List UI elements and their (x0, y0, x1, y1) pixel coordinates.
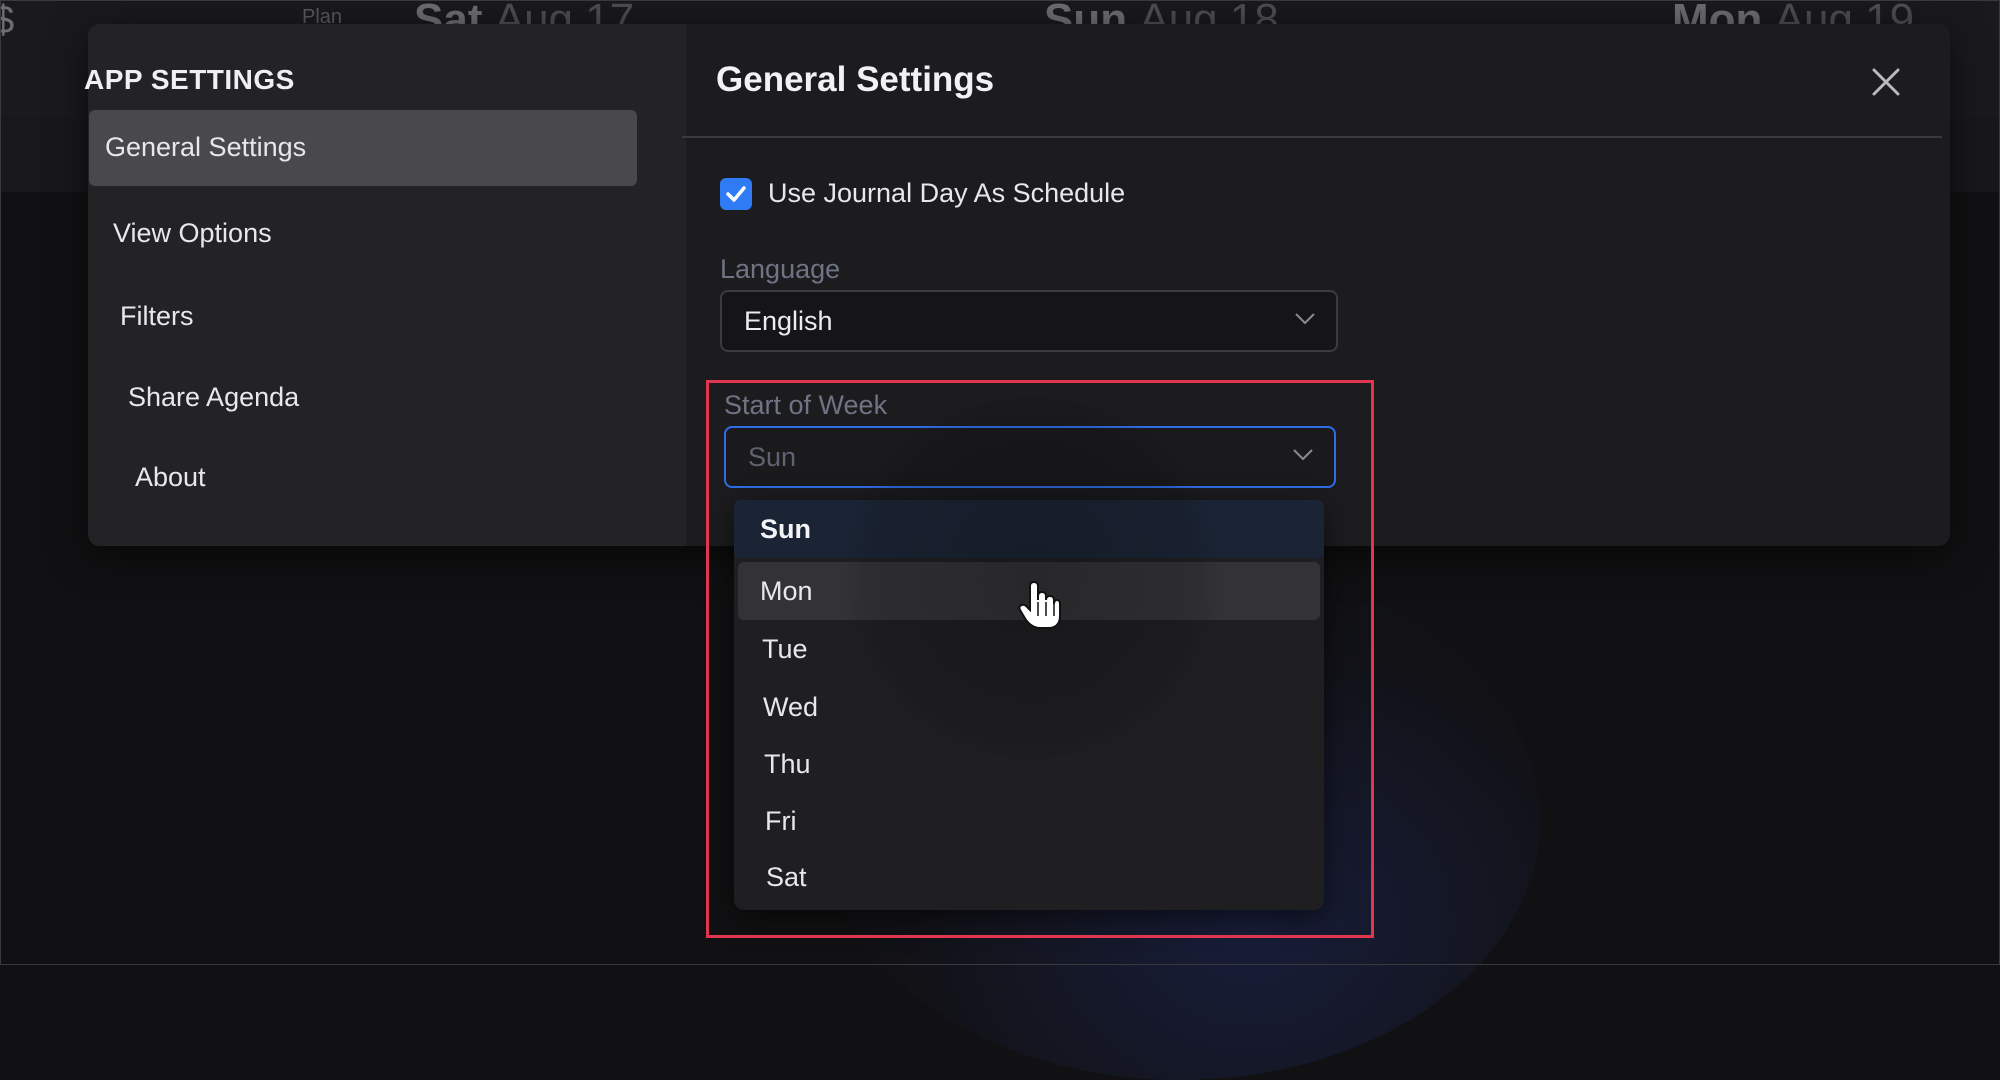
start-of-week-value: Sun (748, 442, 797, 472)
start-of-week-dropdown: Sun Mon Tue Wed Thu Fri Sat (734, 500, 1324, 910)
close-button[interactable] (1866, 62, 1906, 102)
option-label: Mon (760, 576, 813, 606)
header-divider (682, 136, 1942, 138)
journal-day-checkbox[interactable] (720, 178, 752, 210)
edge-glyph: $ (0, 0, 15, 40)
dropdown-option-mon[interactable]: Mon (738, 562, 1320, 620)
option-label: Sat (766, 862, 807, 892)
language-label: Language (720, 254, 841, 284)
language-value: English (744, 306, 833, 336)
close-icon (1872, 68, 1900, 96)
sidebar-item-label: Filters (120, 301, 194, 331)
sidebar-item-label: General Settings (105, 132, 307, 162)
sidebar-item-label: View Options (113, 218, 272, 248)
dropdown-option-tue[interactable]: Tue (734, 620, 1324, 678)
sidebar-title: APP SETTINGS (84, 64, 295, 95)
option-label: Tue (762, 634, 808, 664)
dropdown-option-thu[interactable]: Thu (734, 735, 1324, 793)
sidebar-item-label: About (135, 462, 206, 492)
dropdown-option-fri[interactable]: Fri (734, 792, 1324, 850)
sidebar-item-view-options[interactable]: View Options (113, 218, 272, 249)
dropdown-option-sun[interactable]: Sun (734, 500, 1324, 558)
sidebar-item-general-settings[interactable]: General Settings (89, 110, 637, 186)
sidebar-item-label: Share Agenda (128, 382, 300, 412)
page-title: General Settings (716, 60, 995, 99)
option-label: Fri (765, 806, 797, 836)
sidebar-item-share-agenda[interactable]: Share Agenda (128, 382, 299, 413)
journal-day-label: Use Journal Day As Schedule (768, 178, 1126, 208)
chevron-down-icon (1293, 449, 1313, 461)
option-label: Thu (764, 749, 811, 779)
chevron-down-icon (1295, 313, 1315, 325)
checkmark-icon (726, 186, 746, 202)
sidebar-item-filters[interactable]: Filters (120, 301, 194, 332)
sidebar-item-about[interactable]: About (135, 462, 206, 493)
start-of-week-select[interactable]: Sun (724, 426, 1336, 488)
settings-sidebar: APP SETTINGS General Settings View Optio… (84, 24, 686, 546)
start-of-week-label: Start of Week (724, 390, 888, 420)
option-label: Wed (763, 692, 819, 722)
dropdown-option-wed[interactable]: Wed (734, 678, 1324, 736)
dropdown-option-sat[interactable]: Sat (734, 848, 1324, 906)
option-label: Sun (760, 514, 811, 544)
language-select[interactable]: English (720, 290, 1338, 352)
